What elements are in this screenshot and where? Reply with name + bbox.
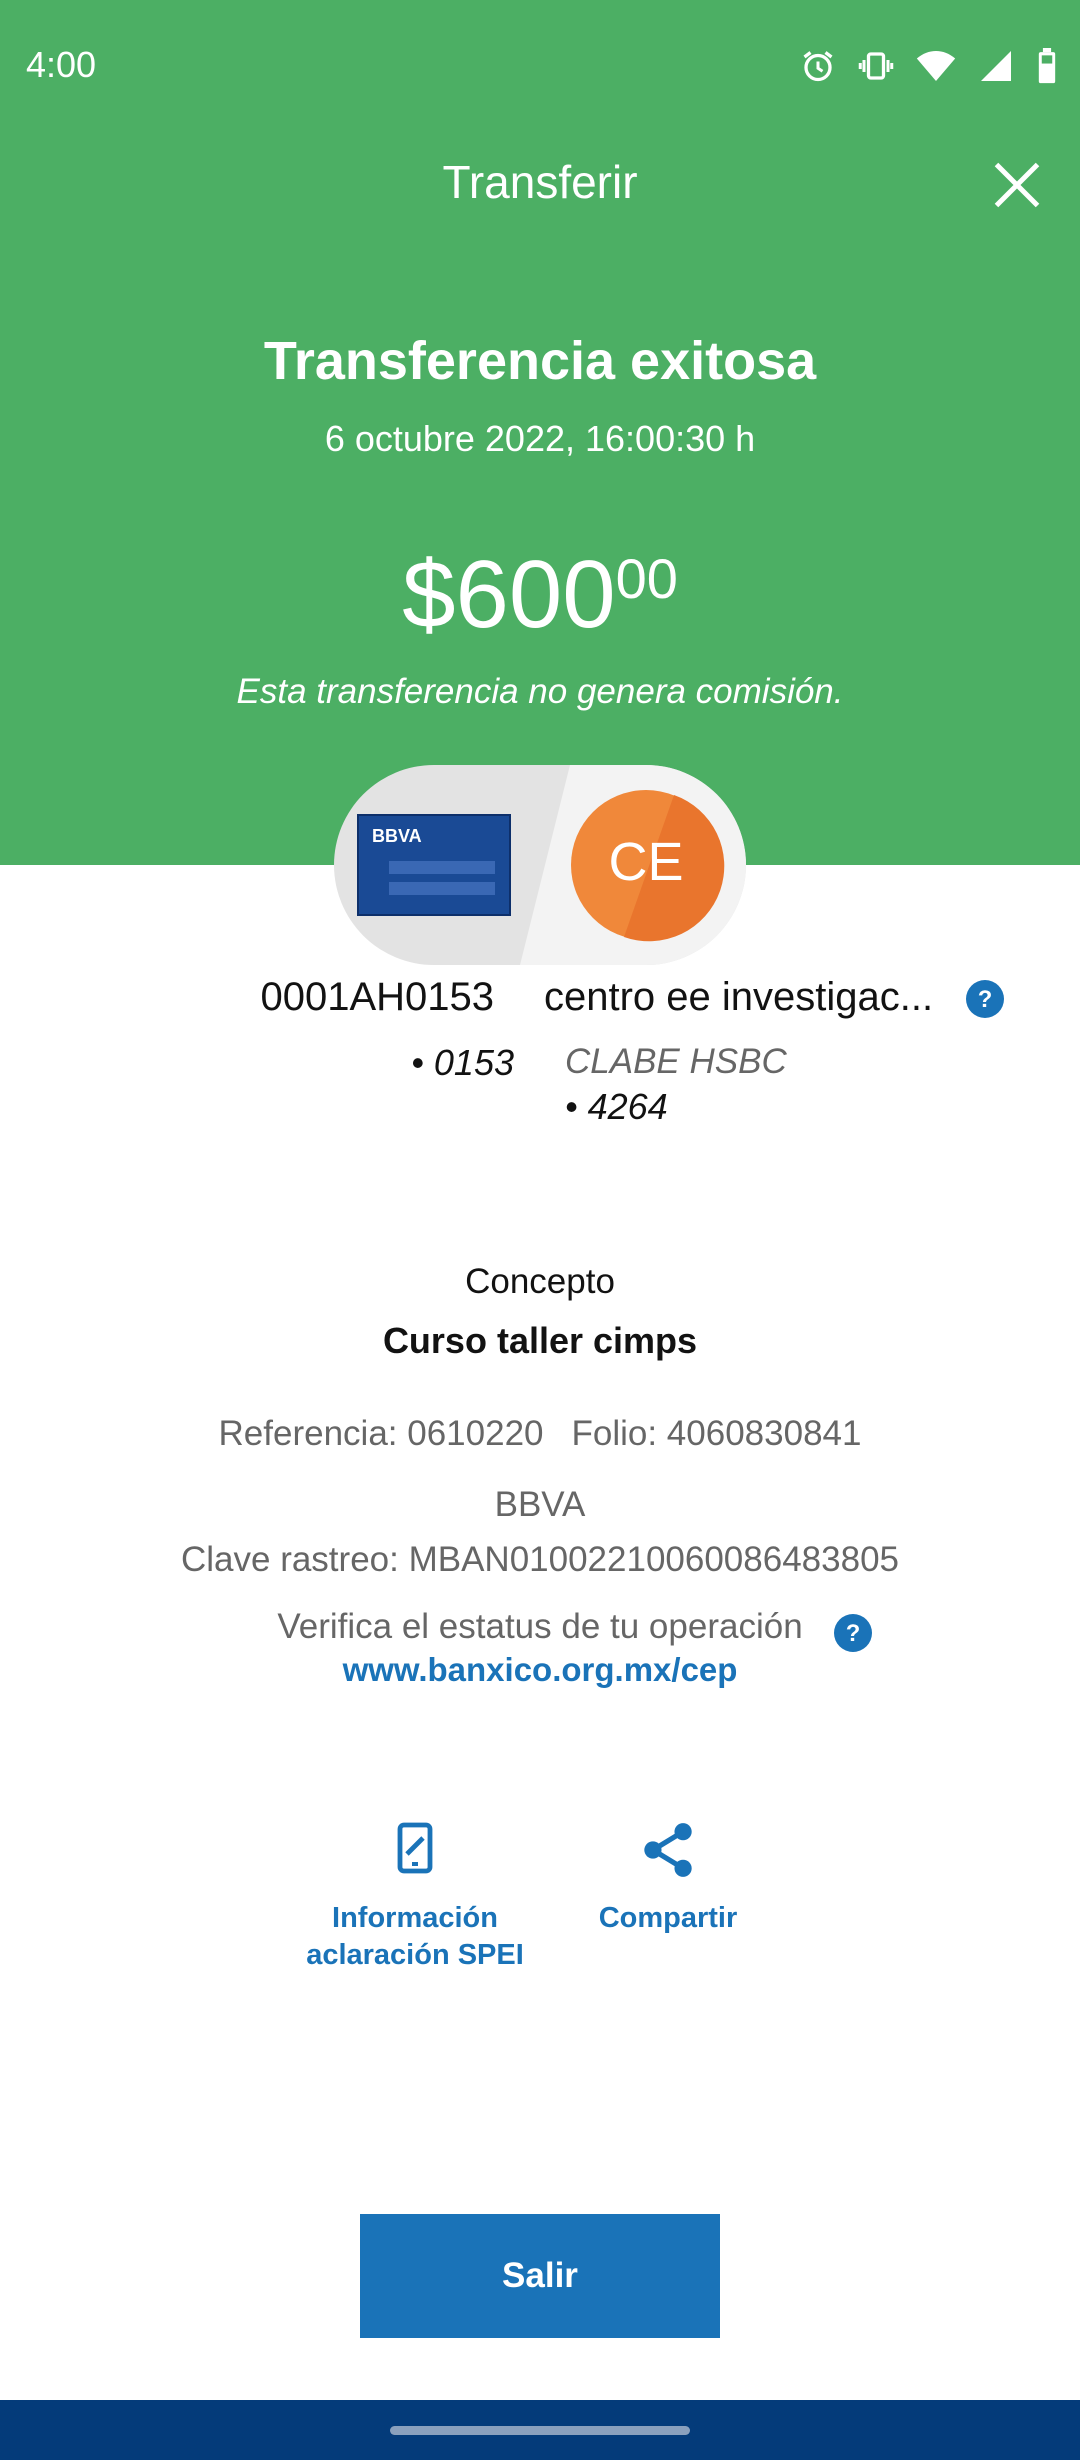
bank-name: BBVA	[494, 1485, 586, 1524]
spei-info-button[interactable]: Información aclaración SPEI	[285, 1822, 545, 1974]
concept-label: Concepto	[465, 1262, 615, 1301]
card-brand: BBVA	[372, 826, 422, 846]
destination-account-number: • 4264	[565, 1086, 668, 1127]
tracking-key: Clave rastreo: MBAN01002210060086483805	[180, 1540, 899, 1579]
destination-account-name: centro ee investigac...	[544, 975, 934, 1019]
concept-value: Curso taller cimps	[382, 1320, 698, 1361]
transfer-date: 6 octubre 2022, 16:00:30 h	[324, 418, 756, 459]
origin-account-number: • 0153	[411, 1042, 514, 1083]
share-icon	[644, 1823, 692, 1877]
spei-info-label-line2: aclaración SPEI	[306, 1939, 524, 1971]
share-button[interactable]: Compartir	[568, 1822, 768, 1937]
reference-line: Referencia: 0610220 Folio: 4060830841	[0, 1414, 1080, 1454]
transfer-amount: $60000	[0, 540, 1080, 650]
bbva-card-icon: BBVA	[357, 814, 511, 916]
battery-icon	[1038, 48, 1056, 84]
destination-bank: CLABE HSBC	[565, 1042, 787, 1081]
help-icon-verify[interactable]: ?	[834, 1614, 872, 1652]
verify-text: Verifica el estatus de tu operación	[277, 1607, 803, 1646]
home-gesture-handle[interactable]	[390, 2426, 690, 2435]
folio-number: Folio: 4060830841	[571, 1414, 862, 1453]
success-title: Transferencia exitosa	[263, 331, 817, 391]
phone-info-icon	[397, 1822, 433, 1874]
svg-text:?: ?	[846, 1620, 861, 1647]
reference-number: Referencia: 0610220	[218, 1414, 544, 1453]
spei-info-label-line1: Información	[332, 1902, 498, 1934]
status-icons	[800, 44, 1058, 88]
wifi-icon	[916, 51, 956, 81]
transfer-accounts-graphic: BBVA CE	[334, 765, 746, 965]
signal-icon	[981, 51, 1011, 81]
banxico-link[interactable]: www.banxico.org.mx/cep	[0, 1651, 1080, 1689]
origin-account-name: 0001AH0153	[260, 975, 494, 1019]
exit-button[interactable]: Salir	[360, 2214, 720, 2338]
page-title: Transferir	[442, 156, 638, 208]
share-label: Compartir	[598, 1902, 738, 1934]
commission-note: Esta transferencia no genera comisión.	[236, 672, 844, 711]
alarm-icon	[803, 51, 833, 82]
close-icon[interactable]	[992, 160, 1042, 210]
amount-cents: 00	[615, 547, 678, 610]
status-bar: 4:00	[0, 0, 1080, 130]
vibrate-icon	[858, 52, 894, 80]
status-time: 4:00	[26, 44, 97, 85]
svg-text:?: ?	[978, 986, 993, 1013]
recipient-avatar-initials: CE	[608, 832, 683, 892]
amount-integer: $600	[402, 541, 616, 648]
help-icon[interactable]: ?	[966, 980, 1004, 1018]
